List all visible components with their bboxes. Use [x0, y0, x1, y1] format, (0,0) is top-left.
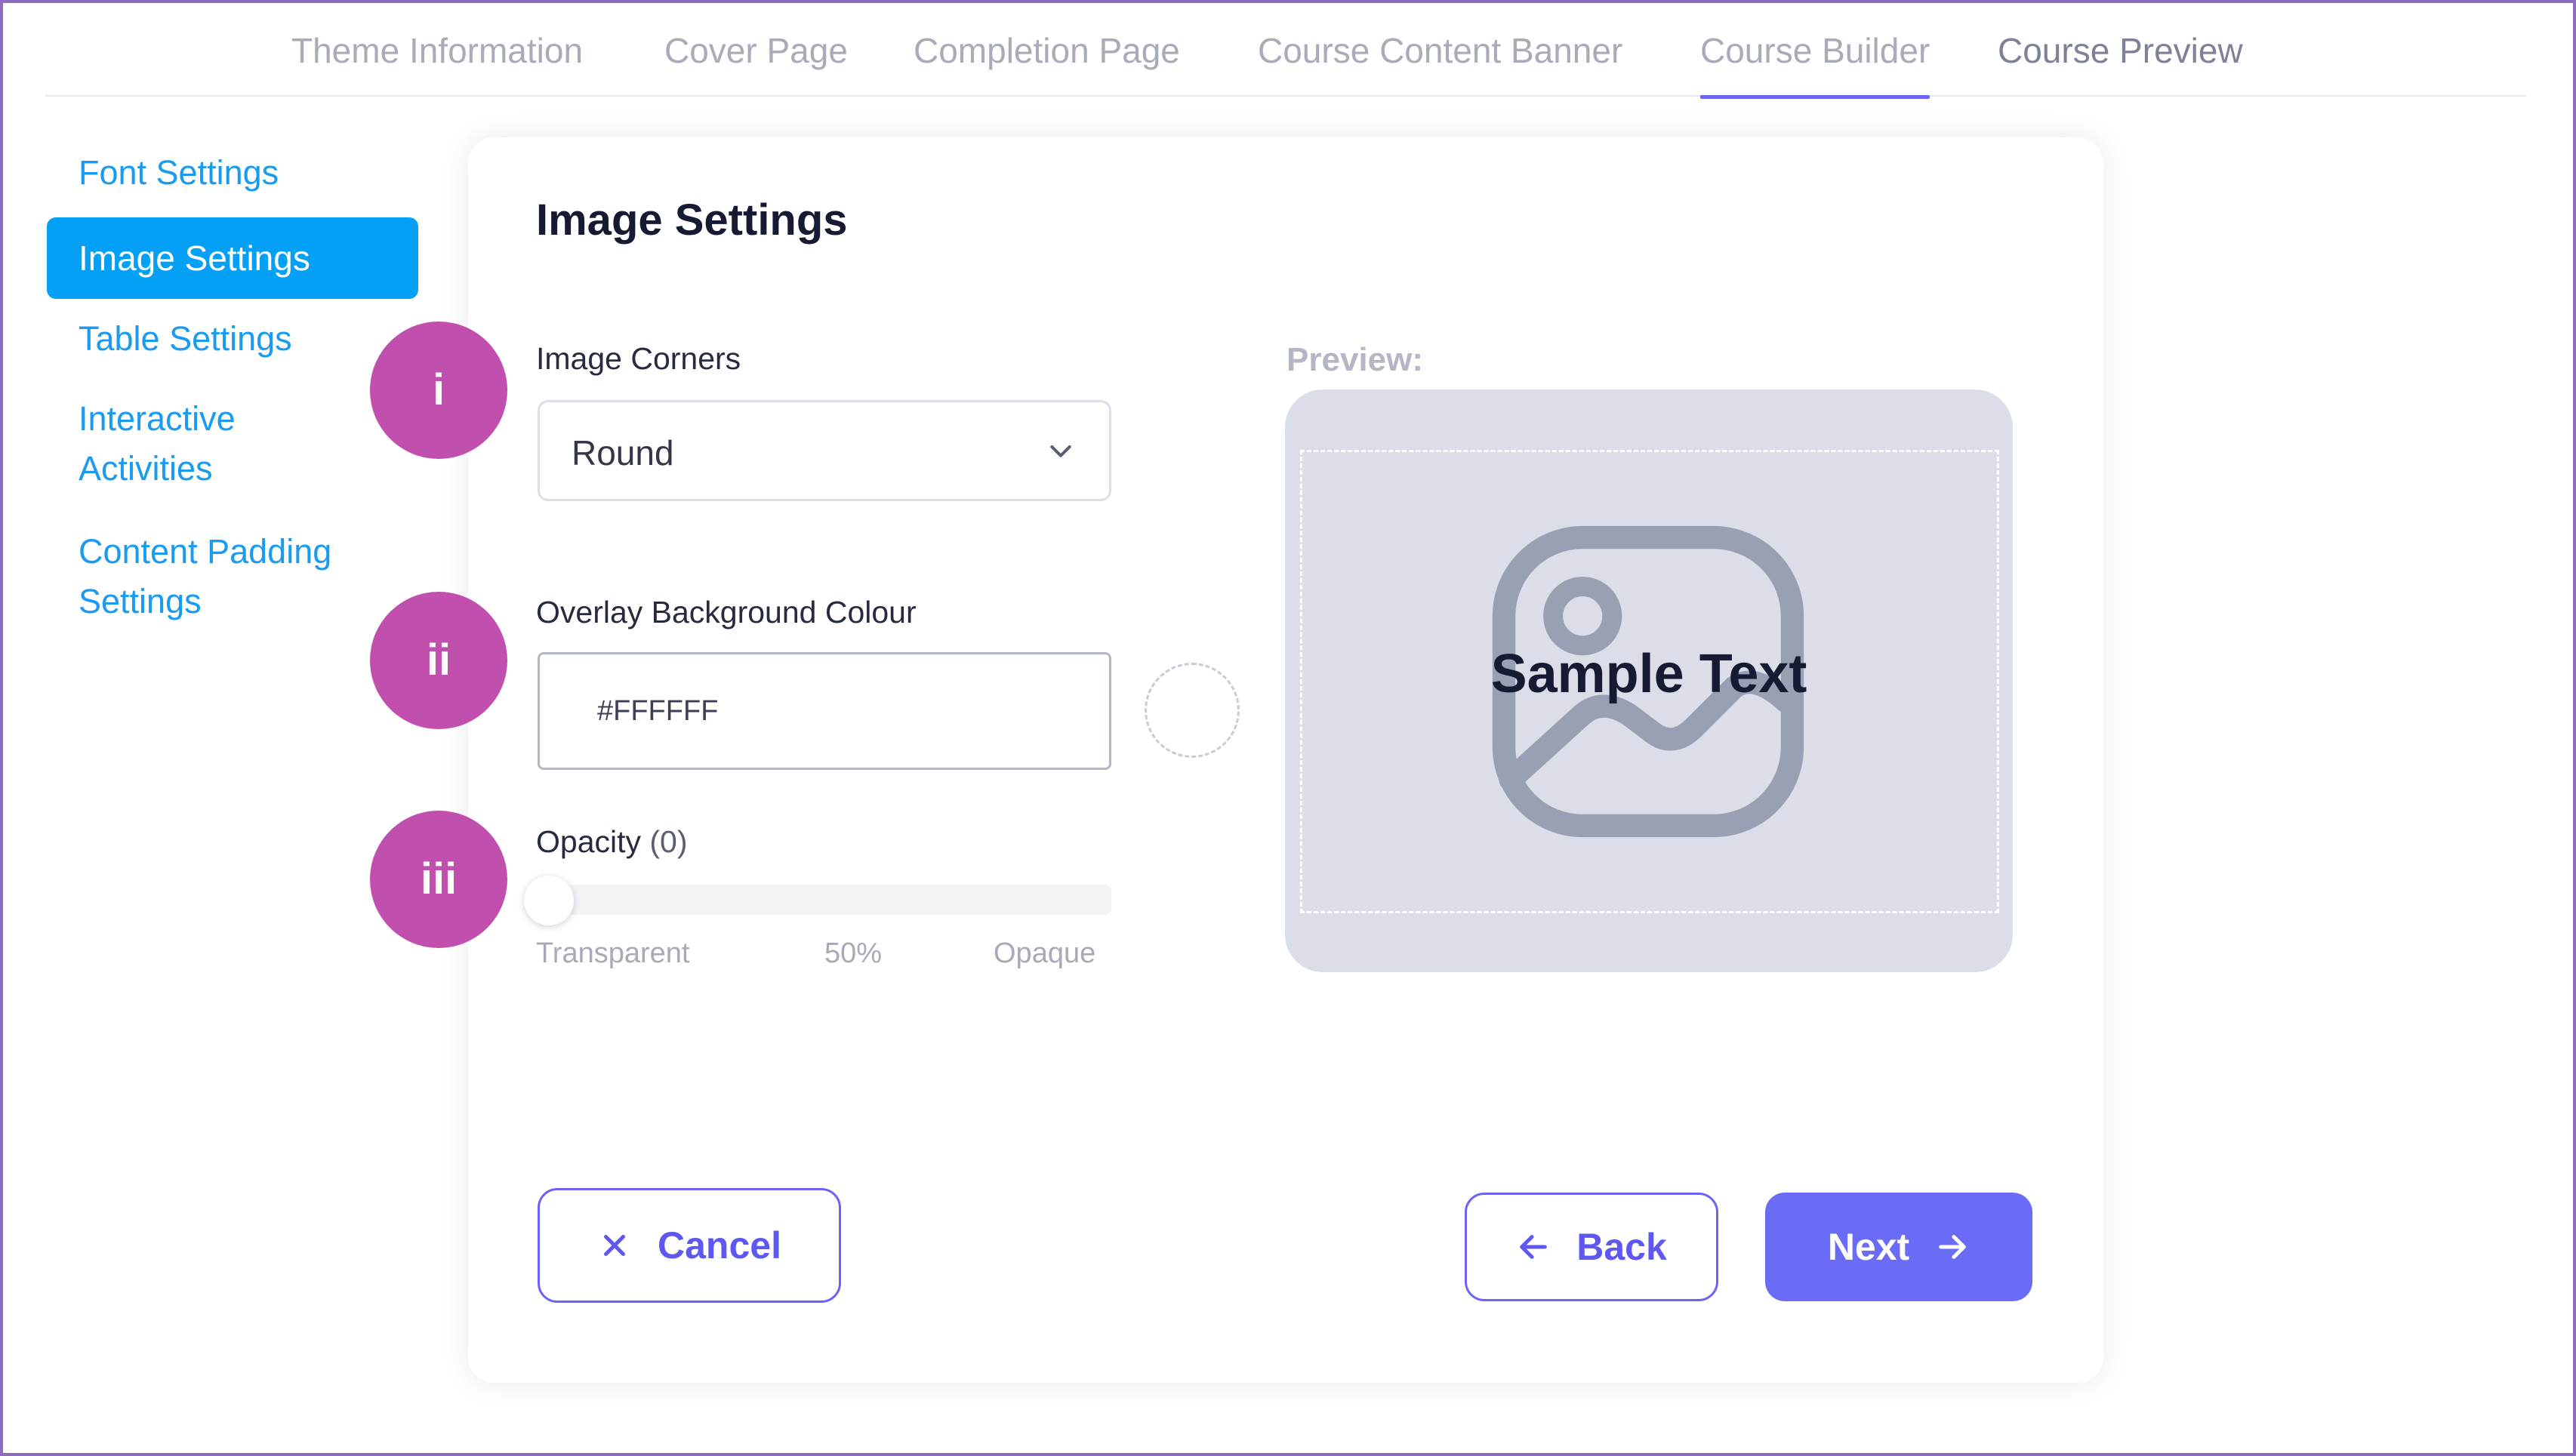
tab-cover-page[interactable]: Cover Page [664, 30, 848, 71]
opacity-slider-thumb[interactable] [524, 876, 574, 925]
opacity-slider-track[interactable] [538, 885, 1111, 915]
back-label: Back [1576, 1226, 1667, 1268]
image-corners-value: Round [572, 433, 674, 473]
cancel-label: Cancel [658, 1224, 781, 1267]
page-title: Image Settings [536, 195, 848, 245]
sidebar-item-interactive-activities[interactable]: Interactive Activities [79, 394, 236, 494]
next-button[interactable]: Next [1765, 1193, 2032, 1301]
image-corners-label: Image Corners [536, 341, 741, 376]
cancel-button[interactable]: Cancel [538, 1188, 841, 1303]
sidebar-item-table-settings[interactable]: Table Settings [79, 314, 292, 364]
sidebar-item-label: Interactive [79, 399, 236, 438]
overlay-colour-input[interactable] [538, 652, 1111, 770]
sidebar-item-label: Activities [79, 449, 213, 488]
preview-label: Preview: [1286, 341, 1423, 378]
arrow-right-icon [1939, 1235, 1967, 1259]
slider-min-label: Transparent [536, 937, 690, 969]
slider-mid-label: 50% [824, 937, 883, 969]
opacity-label-text: Opacity [536, 824, 641, 859]
annotation-badge-3: iii [370, 811, 507, 948]
tab-theme-information[interactable]: Theme Information [291, 30, 583, 71]
annotation-badge-2: ii [370, 592, 507, 729]
sidebar-item-content-padding-settings[interactable]: Content Padding Settings [79, 527, 331, 626]
chevron-down-icon [1050, 445, 1071, 457]
sidebar-item-image-settings[interactable]: Image Settings [47, 217, 418, 299]
colour-swatch-picker[interactable] [1145, 663, 1240, 758]
top-tab-bar: Theme Information Cover Page Completion … [45, 0, 2526, 99]
next-label: Next [1827, 1226, 1910, 1268]
tab-course-builder[interactable]: Course Builder [1700, 30, 1930, 99]
tab-completion-page[interactable]: Completion Page [914, 30, 1180, 71]
sidebar-item-label: Content Padding [79, 532, 332, 571]
preview-sample-text: Sample Text [1490, 644, 1807, 704]
overlay-colour-label: Overlay Background Colour [536, 595, 917, 629]
close-icon [604, 1235, 626, 1256]
sidebar-item-label: Settings [79, 582, 202, 620]
sidebar-item-font-settings[interactable]: Font Settings [79, 148, 279, 198]
tab-course-content-banner[interactable]: Course Content Banner [1258, 30, 1622, 71]
image-corners-select[interactable]: Round [538, 400, 1111, 501]
arrow-left-icon [1520, 1235, 1548, 1259]
back-button[interactable]: Back [1465, 1193, 1718, 1301]
tab-course-preview[interactable]: Course Preview [1998, 30, 2243, 71]
opacity-value: (0) [649, 824, 688, 859]
slider-max-label: Opaque [994, 937, 1096, 969]
annotation-badge-1: i [370, 322, 507, 459]
opacity-label: Opacity (0) [536, 824, 688, 860]
